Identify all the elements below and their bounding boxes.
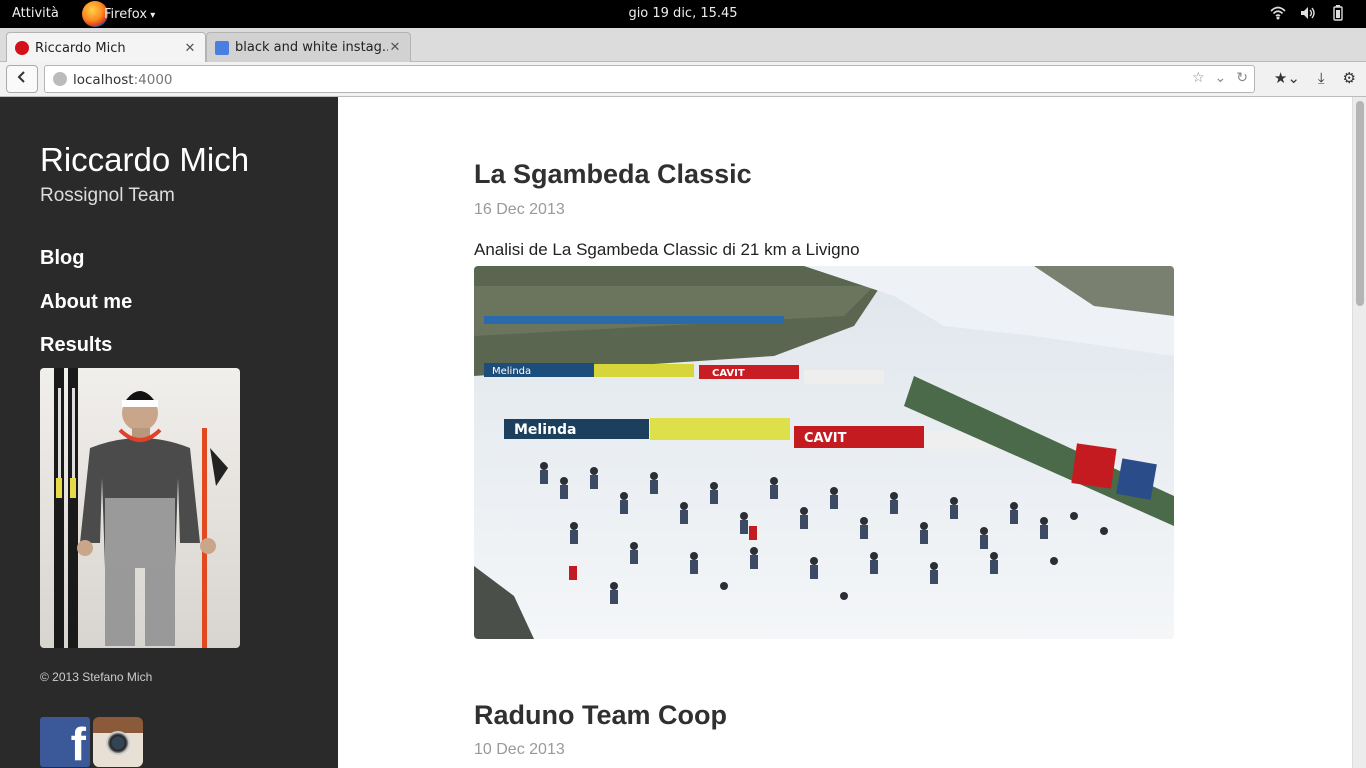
system-tray[interactable] xyxy=(1270,4,1346,22)
wifi-icon[interactable] xyxy=(1270,4,1286,22)
nav-link-blog[interactable]: Blog xyxy=(40,247,132,291)
back-button[interactable] xyxy=(6,65,38,93)
facebook-icon[interactable]: f xyxy=(40,717,90,767)
bookmarks-menu-icon[interactable]: ★⌄ xyxy=(1274,69,1300,87)
url-bar[interactable]: localhost:4000 ☆ ⌄ ↻ xyxy=(44,65,1255,93)
settings-gear-icon[interactable]: ⚙ xyxy=(1343,69,1356,87)
post-title[interactable]: Raduno Team Coop xyxy=(474,700,727,731)
volume-icon[interactable] xyxy=(1300,4,1316,22)
athlete-portrait-image xyxy=(40,368,240,648)
post-image-ski-race[interactable]: Melinda CAVIT Melinda CAVIT xyxy=(474,266,1174,639)
vertical-scrollbar[interactable] xyxy=(1352,97,1366,768)
post-title[interactable]: La Sgambeda Classic xyxy=(474,159,752,190)
site-title[interactable]: Riccardo Mich xyxy=(40,141,249,179)
post-summary: Analisi de La Sgambeda Classic di 21 km … xyxy=(474,240,860,259)
google-favicon-icon xyxy=(215,40,229,55)
rossignol-favicon-icon xyxy=(15,41,29,55)
bookmark-star-icon[interactable]: ☆ xyxy=(1192,70,1205,86)
downloads-icon[interactable]: ⤓ xyxy=(1318,69,1325,87)
instagram-icon[interactable] xyxy=(93,717,143,767)
tab-title: Riccardo Mich xyxy=(35,40,126,56)
close-tab-icon[interactable]: ✕ xyxy=(388,40,402,55)
post-date: 10 Dec 2013 xyxy=(474,741,565,758)
url-text[interactable]: localhost:4000 xyxy=(73,72,173,88)
activities-button[interactable]: Attività xyxy=(12,6,59,21)
page-viewport: Riccardo Mich Rossignol Team Blog About … xyxy=(0,97,1366,768)
tab-title: black and white instag... xyxy=(235,40,388,55)
chevron-left-icon xyxy=(17,71,25,83)
site-subtitle: Rossignol Team xyxy=(40,185,175,206)
copyright-text: © 2013 Stefano Mich xyxy=(40,670,153,684)
sidebar: Riccardo Mich Rossignol Team Blog About … xyxy=(0,97,338,768)
clock[interactable]: gio 19 dic, 15.45 xyxy=(0,6,1366,21)
battery-icon[interactable] xyxy=(1330,4,1346,22)
globe-icon[interactable] xyxy=(53,72,67,86)
system-top-bar: Attività Firefox gio 19 dic, 15.45 xyxy=(0,0,1366,28)
app-menu[interactable]: Firefox xyxy=(82,0,155,28)
history-dropdown-icon[interactable]: ⌄ xyxy=(1215,70,1227,86)
banner-cavit-small: CAVIT xyxy=(712,368,745,379)
close-tab-icon[interactable]: ✕ xyxy=(183,41,197,56)
banner-cavit: CAVIT xyxy=(804,431,847,446)
nav-link-about-me[interactable]: About me xyxy=(40,291,132,335)
url-port: :4000 xyxy=(133,72,173,88)
scrollbar-thumb[interactable] xyxy=(1356,101,1364,306)
tab-instagram-search[interactable]: black and white instag... ✕ xyxy=(206,32,411,62)
tab-riccardo-mich[interactable]: Riccardo Mich ✕ xyxy=(6,32,206,63)
navigation-bar: localhost:4000 ☆ ⌄ ↻ ★⌄ ⤓ ⚙ xyxy=(0,62,1366,97)
reload-icon[interactable]: ↻ xyxy=(1236,70,1248,86)
url-host: localhost xyxy=(73,72,134,88)
sidebar-nav: Blog About me Results xyxy=(40,247,132,378)
tab-strip: Riccardo Mich ✕ black and white instag..… xyxy=(0,28,1366,83)
banner-melinda: Melinda xyxy=(514,422,576,438)
post-date: 16 Dec 2013 xyxy=(474,201,565,218)
social-links: f xyxy=(40,717,143,767)
app-menu-label: Firefox xyxy=(104,7,155,22)
banner-melinda-small: Melinda xyxy=(492,366,531,377)
